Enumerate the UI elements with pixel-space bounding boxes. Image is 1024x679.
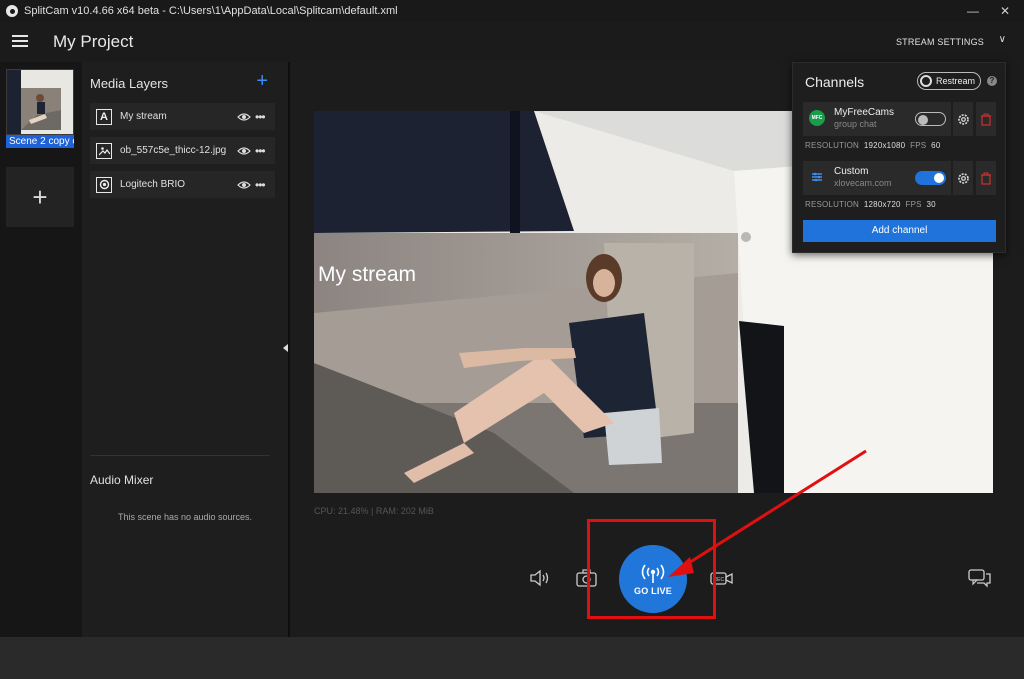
splitcam-logo-icon	[6, 5, 18, 17]
layer-item-webcam[interactable]: Logitech BRIO •••	[90, 171, 275, 198]
trash-icon	[981, 172, 991, 185]
scene-thumbnail[interactable]	[6, 69, 74, 135]
app-header: My Project STREAM SETTINGS ∨	[0, 22, 1024, 62]
audio-empty-message: This scene has no audio sources.	[117, 512, 253, 522]
speaker-icon[interactable]	[529, 568, 553, 588]
add-layer-button[interactable]: +	[256, 70, 268, 93]
more-options-icon[interactable]: •••	[255, 110, 271, 124]
layer-label: Logitech BRIO	[120, 179, 186, 190]
myfreecams-logo-icon: MFC	[809, 110, 825, 126]
channel-name: MyFreeCams	[834, 107, 895, 118]
channel-settings-button[interactable]	[953, 102, 973, 136]
go-live-highlight-box	[587, 519, 716, 619]
panel-divider	[90, 455, 270, 456]
bottom-bar	[0, 637, 1024, 679]
audio-mixer-title: Audio Mixer	[90, 473, 154, 487]
channel-settings-button[interactable]	[953, 161, 973, 195]
channel-card-custom: Custom xlovecam.com	[803, 161, 951, 195]
channels-popup: Channels Restream ? MFC MyFreeCams group…	[792, 62, 1006, 253]
restream-label: Restream	[936, 76, 976, 86]
image-layer[interactable]: My stream	[314, 233, 738, 493]
stream-title-overlay: My stream	[318, 263, 417, 286]
trash-icon	[981, 113, 991, 126]
channel-toggle-on[interactable]	[915, 171, 946, 185]
layer-item-image[interactable]: ob_557c5e_thicc-12.jpg •••	[90, 137, 275, 164]
stream-settings-button[interactable]: STREAM SETTINGS	[896, 37, 984, 47]
layer-label: ob_557c5e_thicc-12.jpg	[120, 145, 227, 156]
channel-delete-button[interactable]	[976, 102, 996, 136]
layer-label: My stream	[120, 111, 167, 122]
more-options-icon[interactable]: •••	[255, 144, 271, 158]
restream-icon	[920, 75, 932, 87]
channel-delete-button[interactable]	[976, 161, 996, 195]
channel-meta: RESOLUTION 1920x1080 FPS 60	[805, 141, 941, 150]
add-scene-button[interactable]: +	[6, 167, 74, 227]
close-button[interactable]: ✕	[990, 0, 1020, 22]
eye-icon[interactable]	[237, 110, 251, 124]
eye-icon[interactable]	[237, 178, 251, 192]
channel-subtitle: xlovecam.com	[834, 178, 892, 188]
gear-icon	[957, 113, 969, 125]
eye-icon[interactable]	[237, 144, 251, 158]
menu-icon[interactable]	[12, 35, 28, 47]
scenes-panel: Scene 2 copy c +	[0, 62, 82, 637]
restream-button[interactable]: Restream	[917, 72, 981, 90]
channel-resolution: 1920x1080	[863, 141, 906, 150]
media-layers-title: Media Layers	[90, 76, 169, 91]
channel-subtitle: group chat	[834, 119, 877, 129]
collapse-panel-icon[interactable]	[283, 344, 288, 352]
channel-fps: 30	[926, 200, 936, 209]
add-channel-button[interactable]: Add channel	[803, 220, 996, 242]
gear-icon	[957, 172, 969, 184]
scene-label[interactable]: Scene 2 copy c	[6, 135, 74, 148]
chat-icon[interactable]	[968, 568, 992, 588]
channel-fps: 60	[931, 141, 941, 150]
channel-name: Custom	[834, 166, 869, 177]
project-title: My Project	[53, 32, 134, 51]
channel-toggle-off[interactable]	[915, 112, 946, 126]
channel-meta: RESOLUTION 1280x720 FPS 30	[805, 200, 936, 209]
channel-card-myfreecams: MFC MyFreeCams group chat	[803, 102, 951, 136]
window-title: SplitCam v10.4.66 x64 beta - C:\Users\1\…	[24, 5, 398, 17]
media-layers-panel: Media Layers + A My stream ••• ob_557c5e…	[82, 62, 288, 637]
minimize-button[interactable]: —	[958, 0, 988, 22]
webcam-icon	[96, 176, 112, 193]
layer-item-my-stream[interactable]: A My stream •••	[90, 103, 275, 130]
help-icon[interactable]: ?	[987, 76, 997, 86]
chevron-down-icon[interactable]: ∨	[999, 34, 1006, 45]
custom-channel-icon	[812, 172, 822, 182]
performance-stats: CPU: 21.48% | RAM: 202 MiB	[314, 506, 434, 516]
title-bar: SplitCam v10.4.66 x64 beta - C:\Users\1\…	[0, 0, 1024, 22]
text-icon: A	[96, 108, 112, 125]
channel-resolution: 1280x720	[863, 200, 901, 209]
more-options-icon[interactable]: •••	[255, 178, 271, 192]
image-icon	[96, 142, 112, 159]
channels-title: Channels	[805, 74, 865, 90]
